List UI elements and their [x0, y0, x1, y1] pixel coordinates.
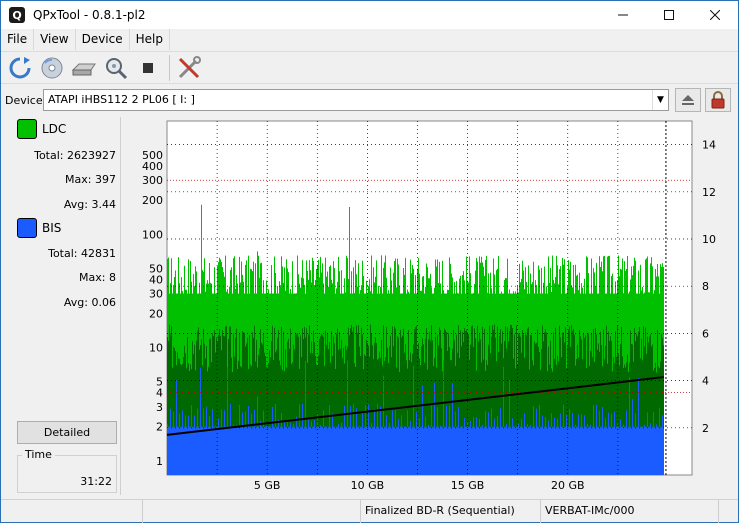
eject-button[interactable] — [675, 88, 701, 112]
y-left-tick-label: 1 — [156, 455, 163, 468]
stop-icon — [143, 62, 153, 73]
time-box: Time 31:22 — [17, 448, 117, 493]
y-right-tick-label: 6 — [702, 327, 709, 340]
refresh-icon — [9, 56, 31, 78]
lock-button[interactable] — [705, 88, 731, 112]
menu-device[interactable]: Device — [76, 29, 130, 50]
status-bar: Finalized BD-R (Sequential) VERBAT-IMc/0… — [1, 499, 738, 523]
device-info-button[interactable] — [69, 54, 99, 82]
stats-panel: LDC Total: 2623927 Max: 397 Avg: 3.44 BI… — [9, 117, 121, 495]
window-controls — [600, 1, 738, 29]
y-right-tick-label: 2 — [702, 422, 709, 435]
status-cell-1 — [1, 500, 143, 523]
menu-bar: File View Device Help — [1, 29, 738, 50]
maximize-icon — [664, 10, 674, 20]
ldc-swatch — [17, 119, 37, 139]
y-left-tick-label: 10 — [149, 342, 163, 355]
bis-series-area — [167, 426, 664, 475]
ldc-max: Max: 397 — [65, 173, 116, 186]
time-label: Time — [22, 448, 55, 461]
menu-help[interactable]: Help — [130, 29, 170, 50]
preferences-button[interactable] — [174, 54, 204, 82]
toolbar-separator — [169, 54, 170, 81]
y-left-tick-label: 100 — [142, 228, 163, 241]
maximize-button[interactable] — [646, 1, 692, 29]
eject-icon — [682, 95, 694, 105]
detailed-button[interactable]: Detailed — [17, 421, 117, 444]
y-right-tick-label: 8 — [702, 280, 709, 293]
window-title: QPxTool - 0.8.1-pl2 — [33, 8, 146, 22]
x-tick-label: 20 GB — [551, 479, 585, 492]
y-left-tick-label: 200 — [142, 194, 163, 207]
app-window: Q QPxTool - 0.8.1-pl2 File View Device H… — [0, 0, 739, 523]
y-left-tick-label: 300 — [142, 174, 163, 187]
scan-button[interactable] — [101, 54, 131, 82]
y-left-tick-label: 30 — [149, 288, 163, 301]
status-media-id: VERBAT-IMc/000 — [541, 500, 719, 523]
x-tick-label: 10 GB — [351, 479, 385, 492]
ldc-bis-chart: 1234510203040501002003004005002468101214… — [142, 120, 716, 492]
bis-legend: BIS — [17, 218, 61, 238]
y-right-tick-label: 4 — [702, 375, 709, 388]
y-left-tick-label: 5 — [156, 376, 163, 389]
y-right-tick-label: 12 — [702, 186, 716, 199]
device-select-value: ATAPI iHBS112 2 PL06 [ I: ] — [48, 93, 195, 106]
stop-button[interactable] — [133, 54, 163, 82]
x-tick-label: 15 GB — [451, 479, 485, 492]
minimize-icon — [618, 14, 628, 16]
media-info-button[interactable] — [37, 54, 67, 82]
title-bar: Q QPxTool - 0.8.1-pl2 — [1, 1, 738, 29]
status-cell-2 — [143, 500, 361, 523]
menu-file[interactable]: File — [1, 29, 35, 50]
status-disc-type: Finalized BD-R (Sequential) — [361, 500, 541, 523]
y-left-tick-label: 50 — [149, 262, 163, 275]
bis-total: Total: 42831 — [48, 247, 116, 260]
bis-legend-label: BIS — [42, 221, 62, 235]
chart-area: 1 2 3 4 5 10 20 30 40 50 100 200 300 400 500 2 4 6 8 10 12 14… — [134, 118, 734, 496]
close-icon — [710, 10, 720, 20]
disc-icon — [41, 57, 63, 78]
y-left-tick-label: 3 — [156, 401, 163, 414]
bis-max: Max: 8 — [79, 271, 116, 284]
ldc-avg: Avg: 3.44 — [63, 198, 116, 211]
y-left-tick-label: 20 — [149, 307, 163, 320]
magnifier-disc-icon — [106, 57, 128, 79]
tools-icon — [178, 55, 201, 78]
qpxtool-logo-icon: Q — [9, 7, 25, 23]
device-select[interactable]: ATAPI iHBS112 2 PL06 [ I: ] ▼ — [43, 89, 669, 111]
ldc-legend: LDC — [17, 119, 66, 139]
toolbar — [1, 51, 738, 84]
device-label: Device: — [5, 93, 47, 107]
ldc-total: Total: 2623927 — [34, 149, 116, 162]
refresh-button[interactable] — [5, 54, 35, 82]
drive-icon — [71, 63, 96, 75]
y-left-tick-label: 500 — [142, 149, 163, 162]
device-bar: Device: ATAPI iHBS112 2 PL06 [ I: ] ▼ — [1, 86, 738, 114]
time-value: 31:22 — [80, 475, 112, 488]
y-left-tick-label: 2 — [156, 421, 163, 434]
ldc-legend-label: LDC — [42, 122, 67, 136]
x-tick-label: 5 GB — [254, 479, 281, 492]
minimize-button[interactable] — [600, 1, 646, 29]
close-button[interactable] — [692, 1, 738, 29]
bis-avg: Avg: 0.06 — [63, 296, 116, 309]
y-right-tick-label: 14 — [702, 139, 716, 152]
lock-icon — [711, 91, 725, 109]
chevron-down-icon[interactable]: ▼ — [652, 90, 668, 110]
menu-view[interactable]: View — [34, 29, 76, 50]
y-right-tick-label: 10 — [702, 233, 716, 246]
bis-swatch — [17, 218, 37, 238]
